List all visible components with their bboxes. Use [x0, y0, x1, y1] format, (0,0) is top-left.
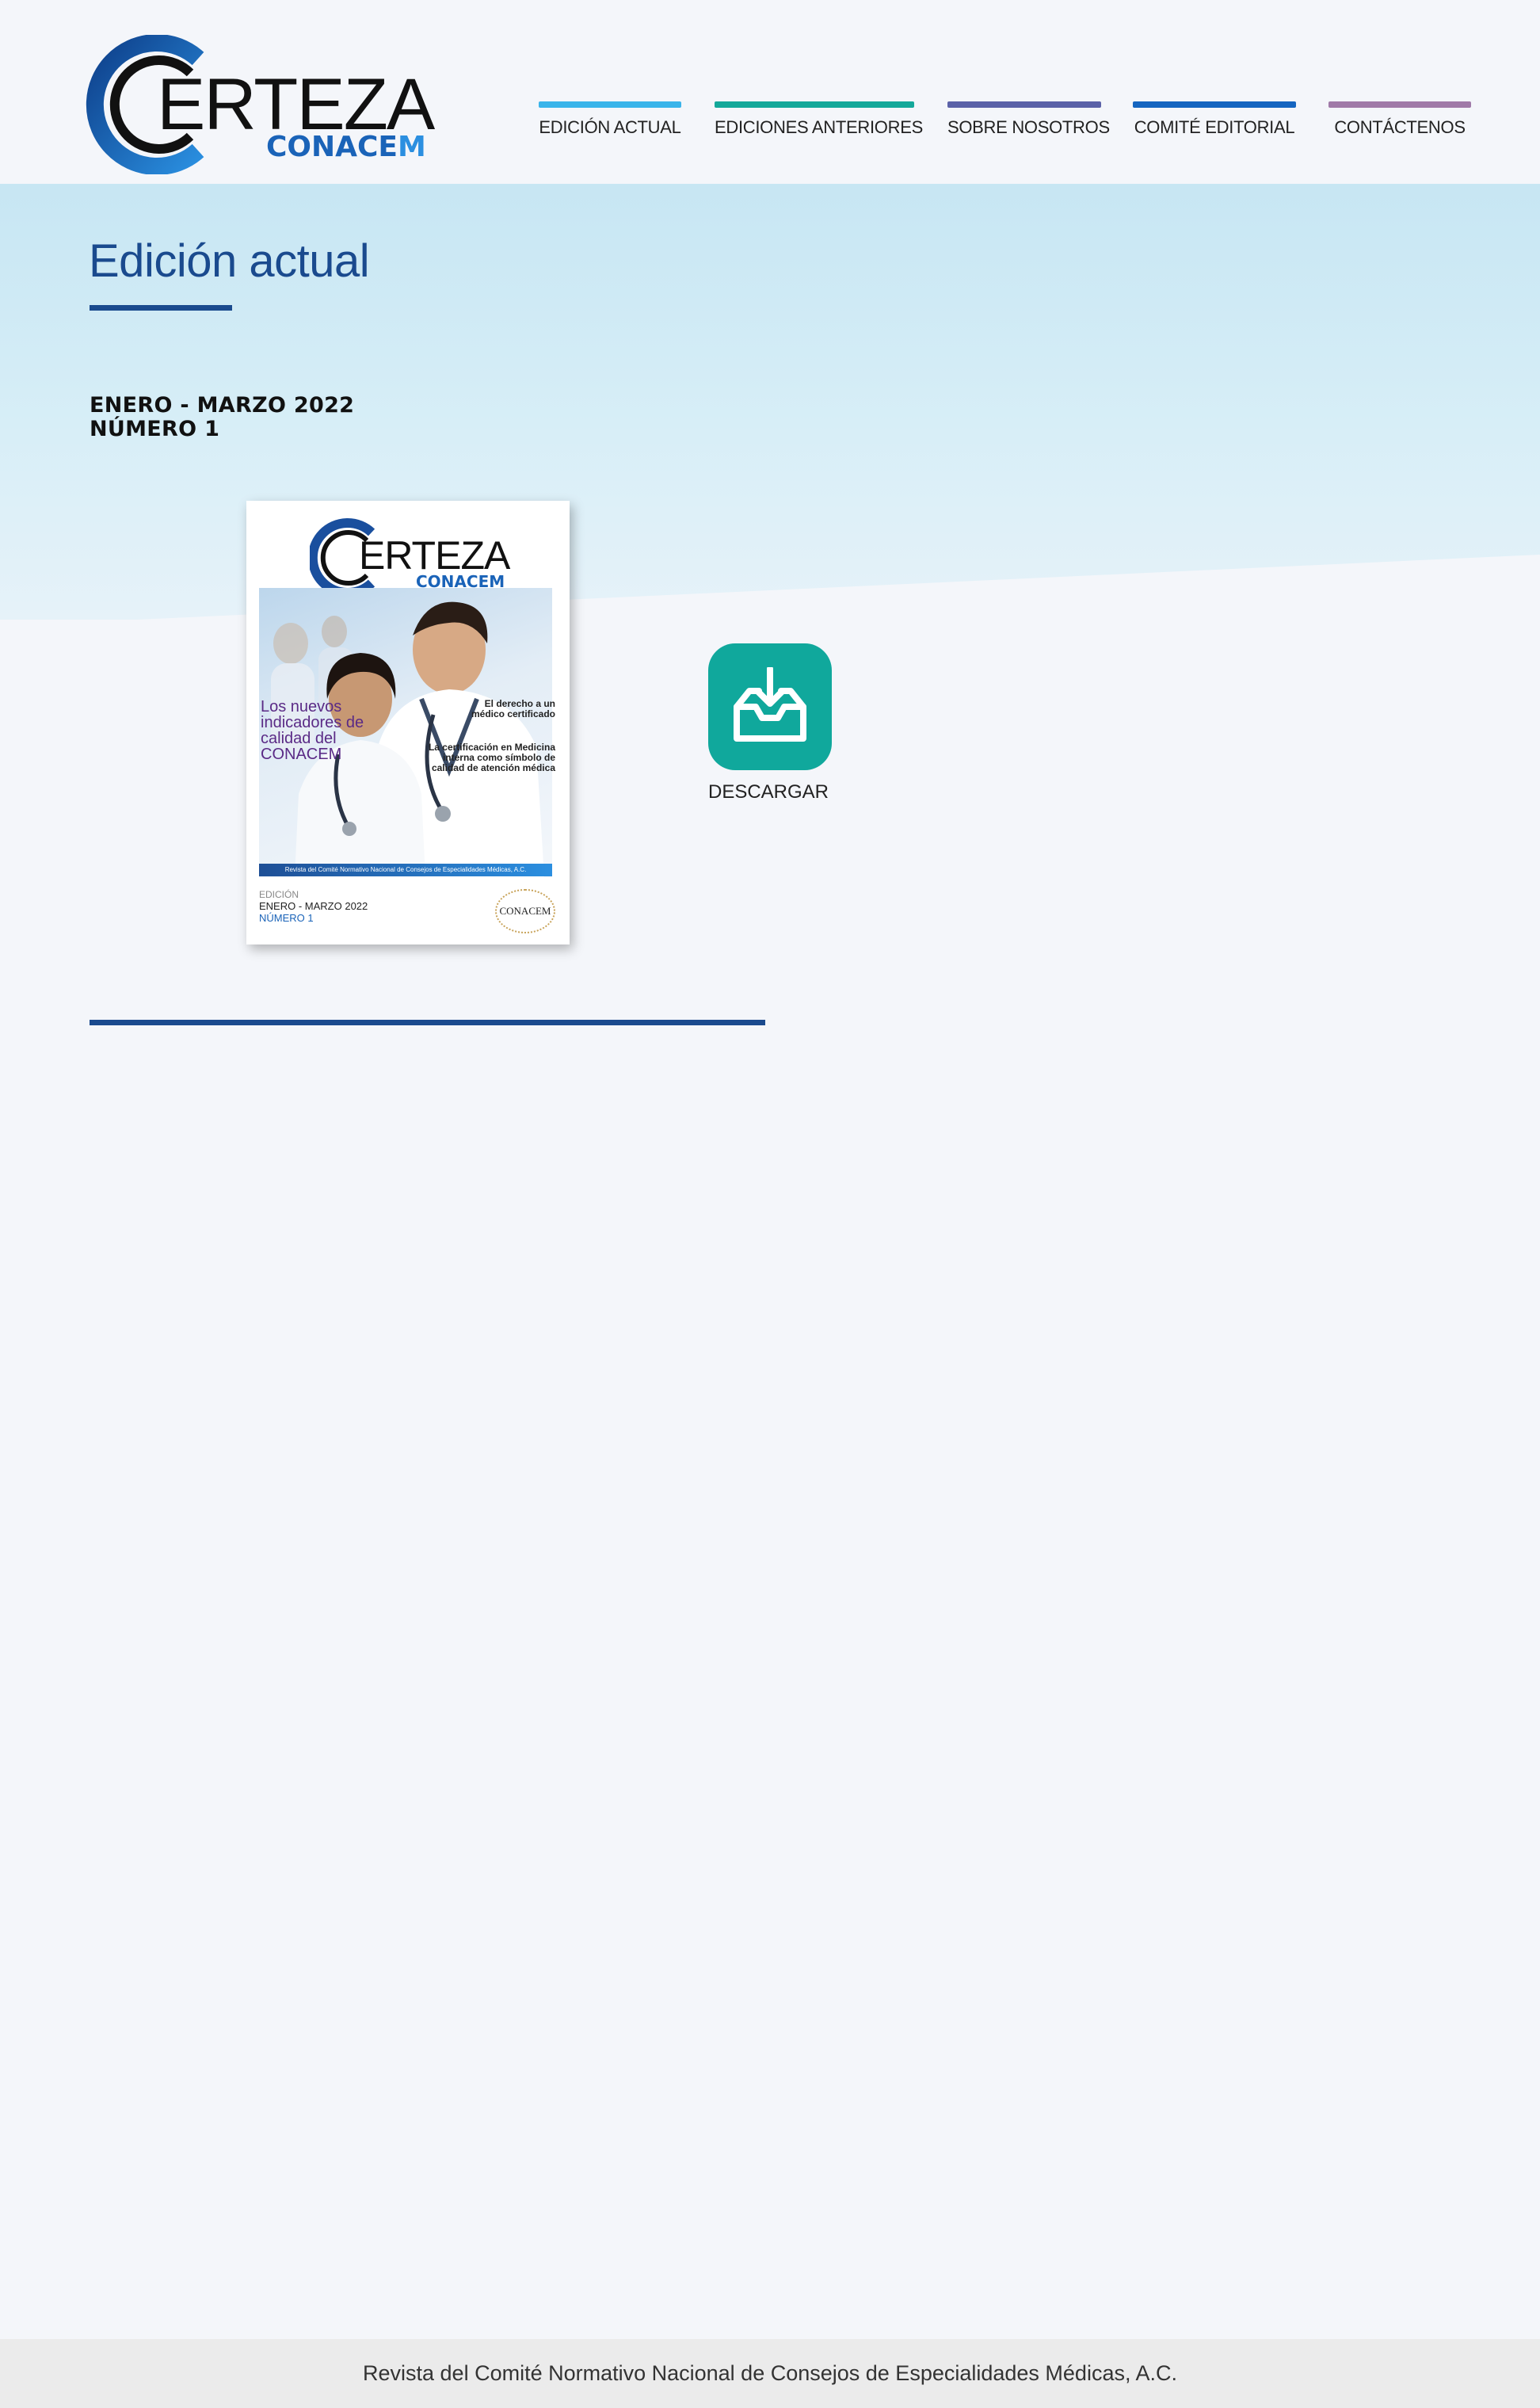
issue-date: ENERO - MARZO 2022	[90, 393, 355, 418]
nav-bar	[715, 101, 914, 108]
nav-bar	[539, 101, 681, 108]
download-tray-icon	[734, 667, 806, 742]
cover-logo-word: ERTEZA	[359, 533, 510, 578]
title-underline	[90, 305, 232, 311]
nav-label: EDICIÓN ACTUAL	[539, 117, 681, 137]
download-label[interactable]: DESCARGAR	[689, 781, 848, 803]
cover-logo: ERTEZA CONACEM	[310, 517, 510, 596]
issue-number: NÚMERO 1	[90, 417, 220, 441]
footer-text: Revista del Comité Normativo Nacional de…	[363, 2361, 1177, 2385]
nav-contactenos[interactable]: CONTÁCTENOS	[1328, 101, 1471, 149]
cover-number: NÚMERO 1	[259, 912, 314, 924]
nav-bar	[947, 101, 1101, 108]
cover-edicion-label: EDICIÓN	[259, 889, 299, 900]
nav-label: COMITÉ EDITORIAL	[1134, 117, 1295, 137]
cover-side-text-1: El derecho a un médico certificado	[471, 698, 555, 719]
magazine-cover[interactable]: ERTEZA CONACEM Los nuevos indicadores de…	[246, 501, 570, 945]
nav-ediciones-anteriores[interactable]: EDICIONES ANTERIORES	[715, 101, 923, 149]
nav-bar	[1133, 101, 1296, 108]
cover-date: ENERO - MARZO 2022	[259, 900, 368, 912]
nav-bar	[1328, 101, 1471, 108]
nav-edicion-actual[interactable]: EDICIÓN ACTUAL	[539, 101, 681, 149]
nav-sobre-nosotros[interactable]: SOBRE NOSOTROS	[947, 101, 1110, 149]
nav-label: EDICIONES ANTERIORES	[715, 117, 923, 137]
page-title: Edición actual	[89, 235, 370, 287]
nav-comite-editorial[interactable]: COMITÉ EDITORIAL	[1133, 101, 1296, 149]
cover-strip: Revista del Comité Normativo Nacional de…	[259, 864, 552, 876]
site-header: ERTEZA CONACEM EDICIÓN ACTUAL EDICIONES …	[0, 0, 1540, 184]
cover-side-text-2: La certificación en Medicina interna com…	[428, 742, 555, 773]
cover-headline: Los nuevos indicadores de calidad del CO…	[261, 698, 364, 763]
main-nav: EDICIÓN ACTUAL EDICIONES ANTERIORES SOBR…	[0, 101, 1540, 149]
cover-seal: CONACEM	[495, 889, 555, 933]
nav-label: SOBRE NOSOTROS	[947, 117, 1110, 137]
nav-label: CONTÁCTENOS	[1334, 117, 1466, 137]
site-footer: Revista del Comité Normativo Nacional de…	[0, 2339, 1540, 2408]
download-button[interactable]	[708, 643, 832, 770]
section-divider	[90, 1020, 765, 1025]
